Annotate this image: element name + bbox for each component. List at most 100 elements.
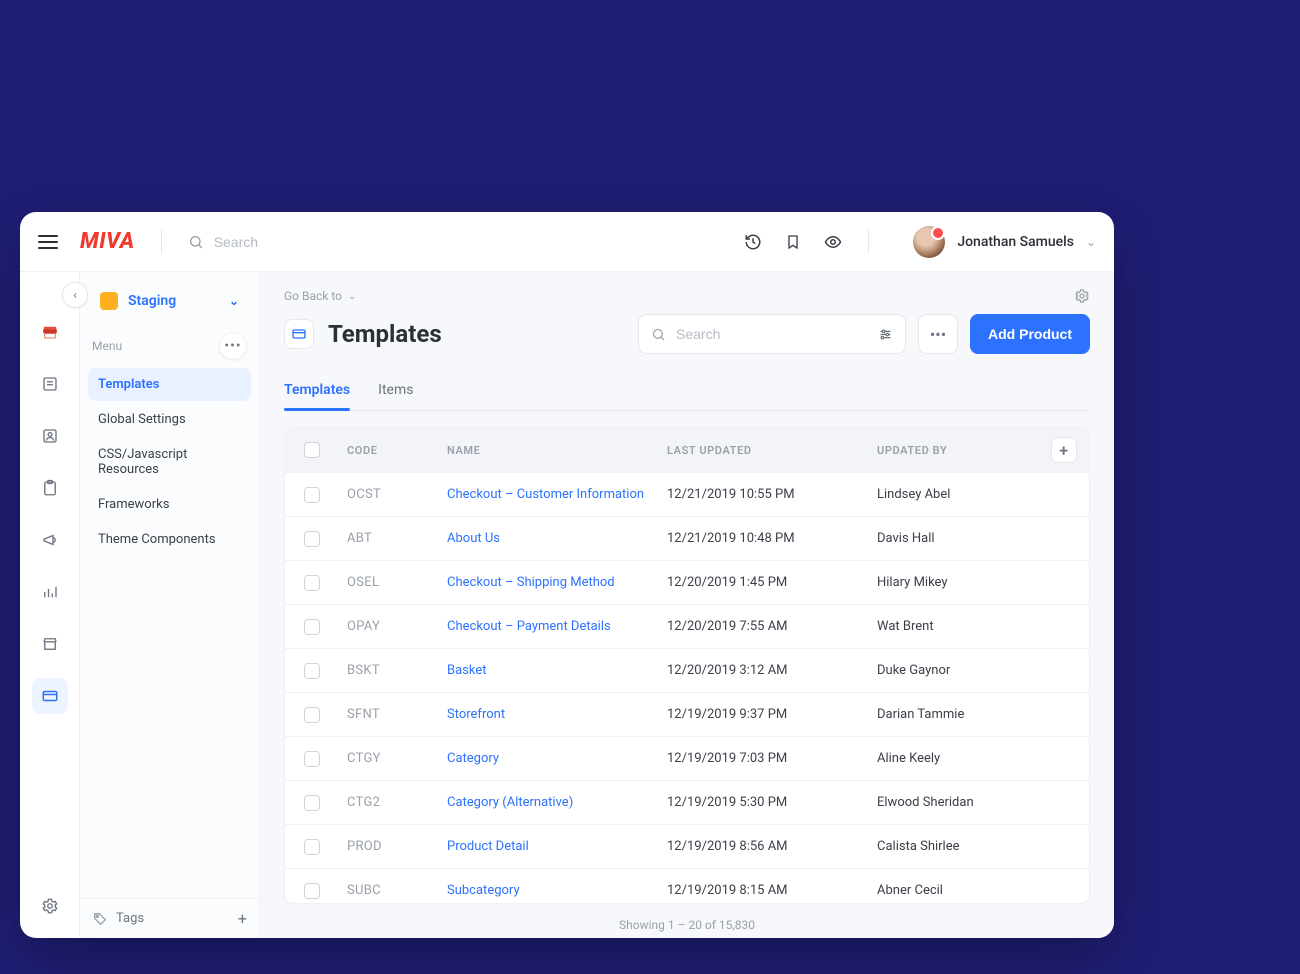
cell-name-link[interactable]: Checkout – Customer Information (439, 487, 659, 502)
icon-rail: ‹ (20, 272, 80, 938)
cell-updated-by: Lindsey Abel (869, 487, 1039, 502)
row-checkbox[interactable] (304, 883, 320, 899)
sidebar-item-frameworks[interactable]: Frameworks (88, 488, 251, 521)
row-checkbox[interactable] (304, 487, 320, 503)
sidebar-item-templates[interactable]: Templates (88, 368, 251, 401)
cell-updated-by: Hilary Mikey (869, 575, 1039, 590)
sidebar-item-global-settings[interactable]: Global Settings (88, 403, 251, 436)
table-row[interactable]: PRODProduct Detail12/19/2019 8:56 AMCali… (285, 824, 1089, 868)
page-settings-button[interactable] (1074, 288, 1090, 304)
cell-updated-by: Davis Hall (869, 531, 1039, 546)
cell-name-link[interactable]: Category (Alternative) (439, 795, 659, 810)
menu-options-button[interactable]: ••• (219, 332, 247, 360)
row-checkbox[interactable] (304, 839, 320, 855)
more-actions-button[interactable]: ••• (918, 314, 958, 354)
cell-code: OPAY (339, 619, 439, 634)
app-window: MIVA Jonathan Samuels ⌄ ‹ (20, 212, 1114, 938)
table-search[interactable] (638, 314, 878, 354)
cell-last-updated: 12/21/2019 10:55 PM (659, 487, 869, 502)
global-search-input[interactable] (214, 234, 474, 250)
rail-settings-icon[interactable] (32, 888, 68, 924)
rail-reports-icon[interactable] (32, 574, 68, 610)
cell-name-link[interactable]: About Us (439, 531, 659, 546)
pagination-status: Showing 1 – 20 of 15,830 (284, 904, 1090, 938)
cell-last-updated: 12/19/2019 8:15 AM (659, 883, 869, 898)
table-row[interactable]: CTG2Category (Alternative)12/19/2019 5:3… (285, 780, 1089, 824)
cell-last-updated: 12/20/2019 1:45 PM (659, 575, 869, 590)
table-search-input[interactable] (676, 315, 865, 353)
chevron-down-icon: ⌄ (229, 294, 239, 308)
table-row[interactable]: OPAYCheckout – Payment Details12/20/2019… (285, 604, 1089, 648)
rail-orders-icon[interactable] (32, 470, 68, 506)
user-menu[interactable]: Jonathan Samuels ⌄ (913, 226, 1096, 258)
sliders-icon (878, 327, 893, 342)
table-row[interactable]: ABTAbout Us12/21/2019 10:48 PMDavis Hall (285, 516, 1089, 560)
cell-name-link[interactable]: Subcategory (439, 883, 659, 898)
rail-ui-icon[interactable] (32, 678, 68, 714)
add-product-button[interactable]: Add Product (970, 314, 1090, 354)
cell-last-updated: 12/19/2019 7:03 PM (659, 751, 869, 766)
table-row[interactable]: OCSTCheckout – Customer Information12/21… (285, 472, 1089, 516)
row-checkbox[interactable] (304, 751, 320, 767)
collapse-rail-button[interactable]: ‹ (62, 282, 88, 308)
cell-name-link[interactable]: Product Detail (439, 839, 659, 854)
bookmark-icon[interactable] (784, 233, 802, 251)
col-updated-by[interactable]: UPDATED BY (869, 444, 1039, 457)
topbar: MIVA Jonathan Samuels ⌄ (20, 212, 1114, 272)
cell-code: PROD (339, 839, 439, 854)
environment-switcher[interactable]: Staging ⌄ (90, 284, 249, 318)
page-title: Templates (328, 320, 442, 348)
table-row[interactable]: OSELCheckout – Shipping Method12/20/2019… (285, 560, 1089, 604)
row-checkbox[interactable] (304, 707, 320, 723)
global-search[interactable] (188, 234, 729, 250)
cell-last-updated: 12/21/2019 10:48 PM (659, 531, 869, 546)
filter-button[interactable] (866, 314, 906, 354)
cell-name-link[interactable]: Checkout – Shipping Method (439, 575, 659, 590)
cell-updated-by: Aline Keely (869, 751, 1039, 766)
table-row[interactable]: CTGYCategory12/19/2019 7:03 PMAline Keel… (285, 736, 1089, 780)
row-checkbox[interactable] (304, 575, 320, 591)
rail-store-icon[interactable] (32, 314, 68, 350)
col-last-updated[interactable]: LAST UPDATED (659, 444, 869, 457)
select-all-checkbox[interactable] (304, 442, 320, 458)
table-row[interactable]: SUBCSubcategory12/19/2019 8:15 AMAbner C… (285, 868, 1089, 904)
table-row[interactable]: BSKTBasket12/20/2019 3:12 AMDuke Gaynor (285, 648, 1089, 692)
row-checkbox[interactable] (304, 619, 320, 635)
col-code[interactable]: CODE (339, 444, 439, 457)
cell-name-link[interactable]: Category (439, 751, 659, 766)
cell-code: CTGY (339, 751, 439, 766)
menu-toggle-icon[interactable] (38, 235, 58, 249)
tabs: Templates Items (284, 372, 1090, 411)
rail-customers-icon[interactable] (32, 418, 68, 454)
avatar (913, 226, 945, 258)
tab-templates[interactable]: Templates (284, 372, 350, 410)
history-icon[interactable] (744, 233, 762, 251)
sidebar-item-theme-components[interactable]: Theme Components (88, 523, 251, 556)
table-row[interactable]: SFNTStorefront12/19/2019 9:37 PMDarian T… (285, 692, 1089, 736)
row-checkbox[interactable] (304, 795, 320, 811)
sidebar-item-css-javascript-resources[interactable]: CSS/Javascript Resources (88, 438, 251, 486)
cell-updated-by: Duke Gaynor (869, 663, 1039, 678)
cell-updated-by: Wat Brent (869, 619, 1039, 634)
rail-marketing-icon[interactable] (32, 522, 68, 558)
add-column-button[interactable]: + (1051, 437, 1077, 463)
user-name: Jonathan Samuels (957, 234, 1074, 250)
menu-header: Menu ••• (80, 324, 259, 368)
preview-icon[interactable] (824, 233, 842, 251)
rail-catalog-icon[interactable] (32, 366, 68, 402)
tab-items[interactable]: Items (378, 372, 413, 410)
cell-last-updated: 12/19/2019 5:30 PM (659, 795, 869, 810)
go-back-link[interactable]: Go Back to ⌄ (284, 289, 356, 303)
row-checkbox[interactable] (304, 663, 320, 679)
col-name[interactable]: NAME (439, 444, 659, 457)
rail-stores-icon[interactable] (32, 626, 68, 662)
environment-label: Staging (128, 293, 176, 309)
cell-code: SFNT (339, 707, 439, 722)
menu-header-label: Menu (92, 339, 122, 353)
cell-name-link[interactable]: Checkout – Payment Details (439, 619, 659, 634)
add-tag-button[interactable]: + (238, 909, 247, 928)
cell-updated-by: Darian Tammie (869, 707, 1039, 722)
cell-name-link[interactable]: Storefront (439, 707, 659, 722)
cell-name-link[interactable]: Basket (439, 663, 659, 678)
row-checkbox[interactable] (304, 531, 320, 547)
